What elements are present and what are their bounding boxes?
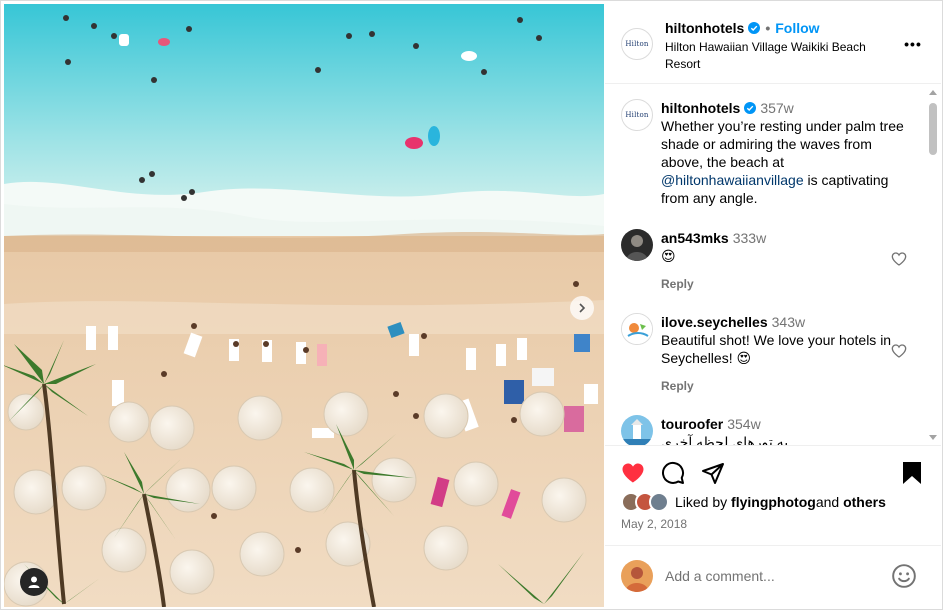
- comments-scrollbar[interactable]: [927, 85, 939, 445]
- scroll-up-arrow-icon[interactable]: [929, 89, 937, 97]
- add-comment-input[interactable]: [665, 564, 885, 588]
- comment-like-icon[interactable]: [891, 251, 907, 267]
- like-button[interactable]: [620, 460, 646, 486]
- emoji-icon[interactable]: [891, 563, 917, 589]
- post-side-panel: Hilton hiltonhotels • Follow Hilton Hawa…: [605, 4, 941, 607]
- author-line: hiltonhotels • Follow: [665, 20, 820, 36]
- avatar-image: [621, 560, 653, 592]
- comment-time: 354w: [727, 416, 761, 432]
- hilton-logo: Hilton: [625, 111, 649, 119]
- beach-photo: [4, 4, 604, 607]
- comment-row: touroofer 354w یه تورهای لحظه آخری: [621, 415, 921, 445]
- user-tag-icon: [28, 576, 40, 588]
- post-header: Hilton hiltonhotels • Follow Hilton Hawa…: [605, 4, 941, 84]
- liked-by-prefix: Liked by: [675, 494, 728, 510]
- commenter-avatar[interactable]: [621, 229, 653, 261]
- avatar-image: [621, 415, 653, 445]
- share-button[interactable]: [700, 460, 726, 486]
- liked-by-line: Liked by flyingphotog and others: [621, 492, 886, 512]
- comments-list[interactable]: Hilton hiltonhotels 357w Whether you’re r…: [605, 85, 941, 445]
- caption-row: Hilton hiltonhotels 357w Whether you’re r…: [621, 99, 921, 209]
- scroll-down-arrow-icon[interactable]: [929, 433, 937, 441]
- comment-icon: [662, 461, 685, 484]
- current-user-avatar[interactable]: [621, 560, 653, 592]
- comment-text: Beautiful shot! We love your hotels in S…: [661, 332, 892, 366]
- separator-dot: •: [765, 20, 771, 36]
- comment-body: an543mks 333w 😍: [661, 229, 906, 265]
- caption-text-start: Whether you’re resting under palm tree s…: [661, 118, 904, 170]
- hilton-logo: Hilton: [625, 40, 649, 48]
- share-icon: [702, 463, 724, 484]
- save-button[interactable]: [899, 460, 925, 486]
- liked-by-others[interactable]: others: [843, 494, 886, 510]
- bookmark-icon: [903, 462, 921, 484]
- comment-text: 😍: [661, 248, 676, 264]
- comment-button[interactable]: [660, 460, 686, 486]
- comment-like-icon[interactable]: [891, 343, 907, 359]
- comment-body: touroofer 354w یه تورهای لحظه آخری: [661, 415, 906, 445]
- next-photo-button[interactable]: [570, 296, 594, 320]
- liker-avatars[interactable]: [621, 492, 673, 512]
- comment-time: 343w: [771, 314, 806, 330]
- comment-username[interactable]: touroofer: [661, 416, 723, 432]
- author-avatar[interactable]: Hilton: [621, 28, 653, 60]
- author-username[interactable]: hiltonhotels: [665, 20, 744, 36]
- comment-time: 333w: [732, 230, 767, 246]
- comment-username[interactable]: ilove.seychelles: [661, 314, 768, 330]
- follow-button[interactable]: Follow: [775, 20, 819, 36]
- comment-row: an543mks 333w 😍 Reply: [621, 229, 921, 299]
- verified-badge-icon: [744, 102, 757, 114]
- liked-by-middle: and: [815, 494, 840, 510]
- tagged-users-button[interactable]: [20, 568, 48, 596]
- add-comment-bar: [605, 545, 941, 607]
- reply-button[interactable]: Reply: [661, 277, 694, 291]
- avatar-image: [622, 314, 652, 344]
- post-actions: Liked by flyingphotog and others May 2, …: [605, 445, 941, 545]
- commenter-avatar[interactable]: [621, 415, 653, 445]
- comment-body: ilove.seychelles 343w Beautiful shot! We …: [661, 313, 906, 367]
- liker-avatar: [649, 492, 669, 512]
- comment-row: ilove.seychelles 343w Beautiful shot! We …: [621, 313, 921, 403]
- more-options-button[interactable]: •••: [901, 34, 925, 54]
- verified-badge-icon: [748, 22, 761, 34]
- location-link[interactable]: Hilton Hawaiian Village Waikiki Beach Re…: [665, 39, 895, 73]
- caption-mention-link[interactable]: @hiltonhawaiianvillage: [661, 172, 804, 188]
- heart-icon: [622, 463, 644, 483]
- scrollbar-thumb[interactable]: [929, 103, 937, 155]
- post-modal: Hilton hiltonhotels • Follow Hilton Hawa…: [0, 0, 943, 610]
- commenter-avatar[interactable]: [621, 313, 653, 345]
- caption-username[interactable]: hiltonhotels: [661, 100, 740, 116]
- post-date[interactable]: May 2, 2018: [621, 517, 687, 531]
- comment-text: یه تورهای لحظه آخری: [661, 434, 789, 445]
- caption-avatar[interactable]: Hilton: [621, 99, 653, 131]
- avatar-image: [621, 229, 653, 261]
- comment-username[interactable]: an543mks: [661, 230, 729, 246]
- liked-by-user[interactable]: flyingphotog: [731, 494, 816, 510]
- chevron-right-icon: [579, 303, 586, 313]
- caption-body: hiltonhotels 357w Whether you’re resting …: [661, 99, 906, 207]
- caption-time: 357w: [760, 100, 794, 116]
- reply-button[interactable]: Reply: [661, 379, 694, 393]
- post-photo[interactable]: [4, 4, 604, 607]
